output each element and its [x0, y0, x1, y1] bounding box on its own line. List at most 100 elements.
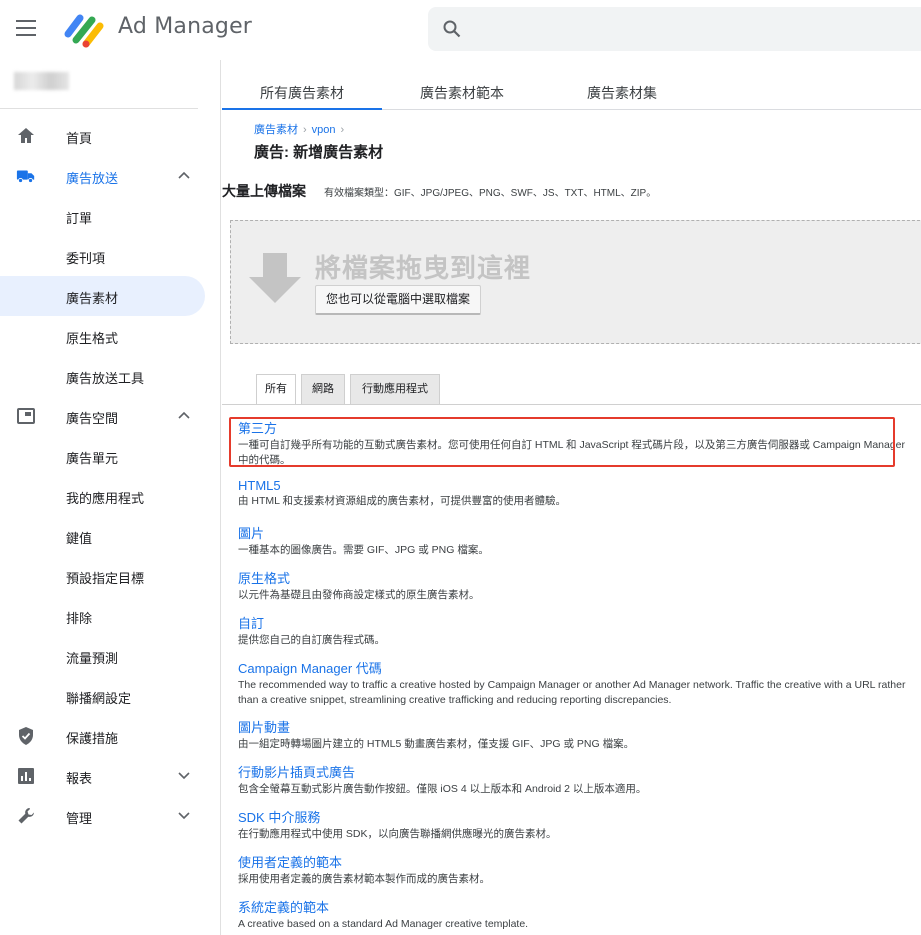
sidebar-item-line-items[interactable]: 委刊項	[0, 236, 221, 276]
creative-type-link[interactable]: 自訂	[238, 613, 918, 632]
divider	[0, 108, 198, 109]
creative-type-description: The recommended way to traffic a creativ…	[238, 679, 906, 706]
home-icon	[18, 128, 34, 143]
creative-type-description: 提供您自己的自訂廣告程式碼。	[238, 634, 385, 646]
list-item: HTML5 由 HTML 和支援素材資源組成的廣告素材，可提供豐富的使用者體驗。	[238, 478, 918, 509]
valid-file-types: 有效檔案類型：GIF、JPG/JPEG、PNG、SWF、JS、TXT、HTML、…	[324, 188, 657, 199]
tab-creative-templates[interactable]: 廣告素材範本	[382, 76, 542, 110]
subtab-mobile-app[interactable]: 行動應用程式	[350, 374, 440, 404]
list-item: 圖片動畫 由一組定時轉場圖片建立的 HTML5 動畫廣告素材，僅支援 GIF、J…	[238, 717, 918, 752]
breadcrumb-link[interactable]: vpon	[312, 124, 336, 136]
sidebar-item-label: 我的應用程式	[66, 491, 145, 506]
sidebar-item-exclusions[interactable]: 排除	[0, 596, 221, 636]
creative-type-link[interactable]: SDK 中介服務	[238, 807, 918, 826]
creative-type-description: A creative based on a standard Ad Manage…	[238, 918, 529, 930]
chevron-down-icon[interactable]	[177, 768, 191, 782]
sidebar-item-label: 委刊項	[66, 251, 106, 266]
list-item: 原生格式 以元件為基礎且由發佈商設定樣式的原生廣告素材。	[238, 568, 918, 603]
sidebar-item-label: 訂單	[66, 211, 93, 226]
sidebar-item-inventory[interactable]: 廣告空間	[0, 396, 221, 436]
list-item: 第三方 一種可自訂幾乎所有功能的互動式廣告素材。您可使用任何自訂 HTML 和 …	[238, 418, 918, 468]
chevron-up-icon[interactable]	[177, 168, 191, 182]
sidebar-item-label: 原生格式	[66, 331, 119, 346]
sidebar-item-label: 聯播網設定	[66, 691, 132, 706]
creative-type-link[interactable]: 使用者定義的範本	[238, 852, 918, 871]
sidebar-item-label: 廣告素材	[66, 291, 119, 306]
sidebar-item-label: 廣告空間	[66, 411, 119, 426]
list-item: 行動影片插頁式廣告 包含全螢幕互動式影片廣告動作按鈕。僅限 iOS 4 以上版本…	[238, 762, 918, 797]
shield-icon	[19, 727, 33, 745]
sidebar-item-label: 廣告放送工具	[66, 371, 145, 386]
sidebar-item-orders[interactable]: 訂單	[0, 196, 221, 236]
account-name[interactable]	[14, 72, 69, 90]
breadcrumb-separator: ›	[340, 124, 345, 136]
tab-creative-sets[interactable]: 廣告素材集	[542, 76, 702, 110]
subtab-all[interactable]: 所有	[256, 374, 296, 405]
creative-type-link[interactable]: Campaign Manager 代碼	[238, 658, 918, 677]
creative-type-description: 一種基本的圖像廣告。需要 GIF、JPG 或 PNG 檔案。	[238, 544, 489, 556]
creative-type-description: 以元件為基礎且由發佈商設定樣式的原生廣告素材。	[238, 589, 480, 601]
sidebar: 首頁 廣告放送 訂單 委刊項 廣告素材 原生格式 廣告放送工具 廣告空間 廣告單…	[0, 60, 221, 935]
sidebar-item-label: 廣告放送	[66, 171, 119, 186]
creative-type-link[interactable]: HTML5	[238, 478, 918, 493]
tab-all-creatives[interactable]: 所有廣告素材	[222, 76, 382, 110]
creative-type-description: 由 HTML 和支援素材資源組成的廣告素材，可提供豐富的使用者體驗。	[238, 495, 567, 507]
sidebar-item-label: 預設指定目標	[66, 571, 145, 586]
menu-icon[interactable]	[16, 20, 36, 36]
bar-chart-icon	[18, 768, 34, 784]
sidebar-item-creatives[interactable]: 廣告素材	[0, 276, 221, 316]
sidebar-item-home[interactable]: 首頁	[0, 116, 221, 156]
choose-file-button[interactable]: 您也可以從電腦中選取檔案	[315, 285, 482, 315]
sidebar-item-label: 報表	[66, 771, 93, 786]
breadcrumb-link[interactable]: 廣告素材	[254, 124, 298, 136]
sidebar-item-label: 廣告單元	[66, 451, 119, 466]
sidebar-item-protections[interactable]: 保護措施	[0, 716, 221, 756]
sidebar-item-label: 管理	[66, 811, 93, 826]
sidebar-item-forecasting[interactable]: 流量預測	[0, 636, 221, 676]
sidebar-item-targeting-presets[interactable]: 預設指定目標	[0, 556, 221, 596]
file-dropzone[interactable]: 將檔案拖曳到這裡 您也可以從電腦中選取檔案	[230, 220, 921, 344]
sidebar-item-label: 首頁	[66, 131, 93, 146]
search-input[interactable]	[428, 7, 921, 51]
creative-type-description: 採用使用者定義的廣告素材範本製作而成的廣告素材。	[238, 873, 490, 885]
creative-type-link[interactable]: 行動影片插頁式廣告	[238, 762, 918, 781]
subtab-web[interactable]: 網路	[301, 374, 345, 404]
creative-tabs: 所有廣告素材 廣告素材範本 廣告素材集	[222, 76, 921, 110]
creative-type-description: 包含全螢幕互動式影片廣告動作按鈕。僅限 iOS 4 以上版本和 Android …	[238, 783, 647, 795]
list-item: 自訂 提供您自己的自訂廣告程式碼。	[238, 613, 918, 648]
main-content: 所有廣告素材 廣告素材範本 廣告素材集 廣告素材 › vpon › 廣告: 新增廣告素…	[222, 60, 921, 935]
sidebar-item-reports[interactable]: 報表	[0, 756, 221, 796]
creative-type-link[interactable]: 系統定義的範本	[238, 897, 918, 916]
sidebar-nav: 首頁 廣告放送 訂單 委刊項 廣告素材 原生格式 廣告放送工具 廣告空間 廣告單…	[0, 116, 221, 836]
page-title: 廣告: 新增廣告素材	[254, 144, 384, 161]
creative-type-link[interactable]: 圖片動畫	[238, 717, 918, 736]
list-item: 系統定義的範本 A creative based on a standard A…	[238, 897, 918, 932]
chevron-down-icon[interactable]	[177, 808, 191, 822]
divider	[222, 404, 921, 405]
sidebar-item-native[interactable]: 原生格式	[0, 316, 221, 356]
sidebar-item-delivery-tools[interactable]: 廣告放送工具	[0, 356, 221, 396]
creative-type-link[interactable]: 第三方	[238, 418, 918, 437]
inventory-icon	[17, 408, 35, 424]
sidebar-item-label: 排除	[66, 611, 93, 626]
sidebar-item-admin[interactable]: 管理	[0, 796, 221, 836]
list-item: Campaign Manager 代碼 The recommended way …	[238, 658, 918, 708]
creative-type-link[interactable]: 原生格式	[238, 568, 918, 587]
list-item: SDK 中介服務 在行動應用程式中使用 SDK，以向廣告聯播網供應曝光的廣告素材…	[238, 807, 918, 842]
sidebar-item-delivery[interactable]: 廣告放送	[0, 156, 221, 196]
creative-type-description: 一種可自訂幾乎所有功能的互動式廣告素材。您可使用任何自訂 HTML 和 Java…	[238, 439, 906, 466]
sidebar-item-network-settings[interactable]: 聯播網設定	[0, 676, 221, 716]
creative-type-description: 在行動應用程式中使用 SDK，以向廣告聯播網供應曝光的廣告素材。	[238, 828, 557, 840]
sidebar-item-key-values[interactable]: 鍵值	[0, 516, 221, 556]
sidebar-item-ad-units[interactable]: 廣告單元	[0, 436, 221, 476]
creative-type-description: 由一組定時轉場圖片建立的 HTML5 動畫廣告素材，僅支援 GIF、JPG 或 …	[238, 738, 635, 750]
chevron-up-icon[interactable]	[177, 408, 191, 422]
creative-type-link[interactable]: 圖片	[238, 523, 918, 542]
truck-icon	[16, 170, 35, 184]
ad-manager-logo	[64, 14, 104, 48]
dropzone-label: 將檔案拖曳到這裡	[315, 253, 532, 283]
breadcrumb-separator: ›	[303, 124, 307, 136]
top-bar: Ad Manager	[0, 0, 921, 60]
sidebar-item-apps[interactable]: 我的應用程式	[0, 476, 221, 516]
bulk-upload-title: 大量上傳檔案	[222, 183, 306, 199]
